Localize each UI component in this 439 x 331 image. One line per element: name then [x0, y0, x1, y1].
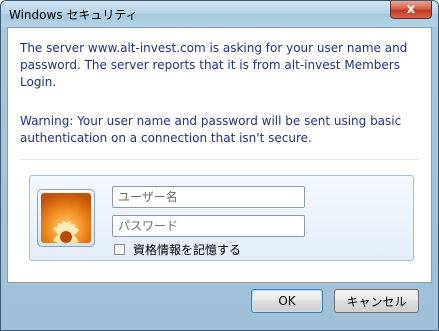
window-title: Windows セキュリティ: [9, 8, 138, 22]
title-bar[interactable]: Windows セキュリティ x: [1, 1, 438, 27]
ok-button[interactable]: OK: [251, 289, 323, 313]
cancel-button[interactable]: キャンセル: [334, 289, 419, 313]
dialog-window: Windows セキュリティ x The server www.alt-inve…: [0, 0, 439, 331]
dialog-content: The server www.alt-invest.com is asking …: [7, 27, 432, 283]
remember-label: 資格情報を記憶する: [133, 243, 242, 257]
close-button[interactable]: x: [390, 1, 432, 19]
server-message: The server www.alt-invest.com is asking …: [20, 41, 408, 89]
username-input[interactable]: [112, 186, 305, 208]
divider: [20, 159, 418, 160]
warning-message: Warning: Your user name and password wil…: [20, 114, 402, 145]
remember-credentials-checkbox[interactable]: 資格情報を記憶する: [114, 241, 241, 258]
credential-tile: 資格情報を記憶する: [29, 175, 414, 261]
checkbox-box[interactable]: [114, 244, 125, 255]
cancel-button-label: キャンセル: [346, 294, 407, 309]
user-picture-icon: [37, 189, 95, 247]
password-input[interactable]: [112, 215, 305, 237]
ok-button-label: OK: [278, 294, 296, 308]
close-icon: x: [406, 1, 416, 17]
